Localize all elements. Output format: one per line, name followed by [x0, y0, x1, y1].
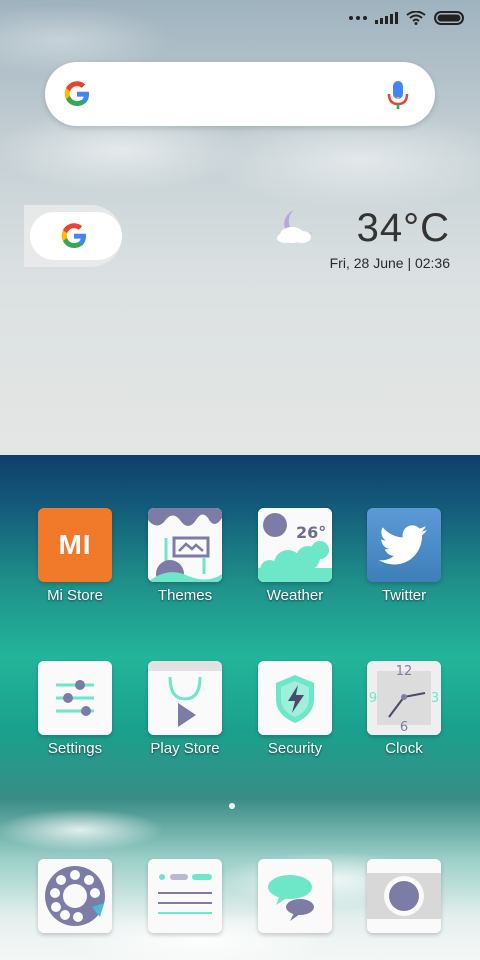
dock-phone[interactable]: [20, 859, 130, 933]
page-indicator[interactable]: [229, 803, 235, 809]
themes-icon: [148, 508, 222, 582]
security-shield-icon: [258, 661, 332, 735]
moon-cloud-icon: [276, 210, 312, 243]
app-play-store[interactable]: Play Store: [130, 661, 240, 757]
wallpaper: [0, 0, 480, 960]
settings-sliders-icon: [38, 661, 112, 735]
app-label: Weather: [266, 587, 324, 604]
clock-number-9: 9: [369, 691, 377, 706]
app-twitter[interactable]: Twitter: [349, 508, 459, 604]
play-store-icon: [148, 661, 222, 735]
messaging-list-icon: [148, 859, 222, 933]
status-bar: [349, 8, 466, 28]
app-label: Security: [267, 740, 323, 757]
clock-number-6: 6: [400, 720, 408, 735]
weather-clock-widget[interactable]: 34°C Fri, 28 June | 02:36: [276, 206, 450, 271]
app-weather[interactable]: 26° Weather: [240, 508, 350, 604]
clock-number-3: 3: [431, 691, 439, 706]
clock-icon: 12 3 6 9: [367, 661, 441, 735]
twitter-bird-icon: [367, 508, 441, 582]
app-label: Themes: [157, 587, 213, 604]
app-clock[interactable]: 12 3 6 9 Clock: [349, 661, 459, 757]
app-mi-store[interactable]: MI Mi Store: [20, 508, 130, 604]
app-settings[interactable]: Settings: [20, 661, 130, 757]
page-dot-active[interactable]: [229, 803, 235, 809]
dock-chat[interactable]: [240, 859, 350, 933]
mi-store-icon: MI: [38, 508, 112, 582]
dock-camera[interactable]: [349, 859, 459, 933]
cell-signal-icon: [375, 12, 398, 24]
temperature-text: 34°C: [356, 206, 450, 250]
app-security[interactable]: Security: [240, 661, 350, 757]
weather-icon-text: 26°: [296, 523, 326, 542]
google-logo-icon: [64, 81, 89, 106]
clock-number-12: 12: [396, 664, 413, 679]
google-pill-button[interactable]: [30, 212, 122, 260]
notification-dots-icon: [349, 16, 367, 20]
chat-bubbles-icon: [258, 859, 332, 933]
app-themes[interactable]: Themes: [130, 508, 240, 604]
app-label: Mi Store: [47, 587, 103, 604]
camera-icon: [367, 859, 441, 933]
app-label: Twitter: [381, 587, 427, 604]
voice-search-mic-icon[interactable]: [387, 80, 409, 110]
app-label: Settings: [47, 740, 103, 757]
app-label: Play Store: [150, 740, 220, 757]
battery-icon: [434, 11, 464, 25]
phone-dialer-icon: [38, 859, 112, 933]
app-label: Clock: [385, 740, 423, 757]
google-logo-icon: [61, 223, 86, 248]
date-time-text: Fri, 28 June | 02:36: [329, 255, 450, 271]
wifi-icon: [406, 11, 426, 25]
mi-logo-text: MI: [58, 529, 92, 560]
weather-app-icon: 26°: [258, 508, 332, 582]
google-quick-search-widget[interactable]: [24, 205, 122, 267]
dock-messages[interactable]: [130, 859, 240, 933]
google-search-bar[interactable]: [45, 62, 435, 126]
